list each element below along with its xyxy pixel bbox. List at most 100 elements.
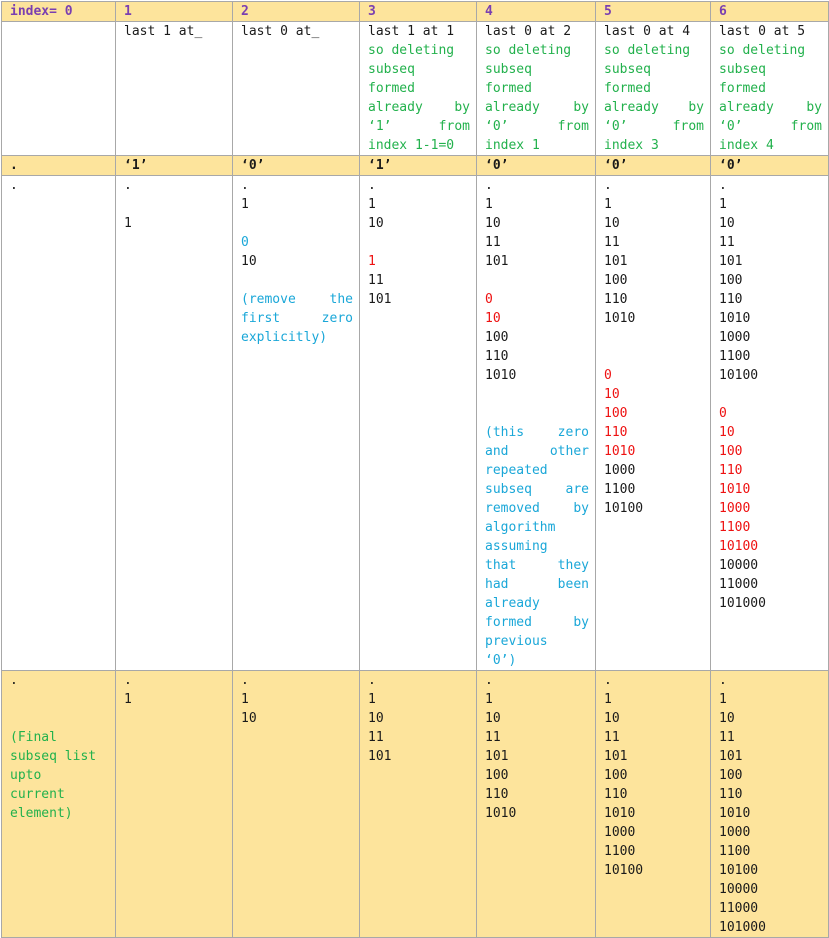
cell-line: ‘1’ from (368, 119, 470, 134)
cell-line: . (124, 673, 132, 688)
cell-line (485, 404, 589, 423)
cell-line: 10 (485, 311, 501, 326)
cell-line: 11 (719, 235, 735, 250)
cell-line: last 0 at_ (241, 24, 320, 39)
cell-line: 0 (485, 292, 493, 307)
cell-line: already by (368, 100, 470, 115)
cell-line: 10 (368, 216, 384, 231)
character-cell: ‘1’ (115, 155, 233, 176)
cell-line: 1000 (719, 330, 751, 345)
cell-line: 101000 (719, 920, 766, 935)
cell-line: 11 (604, 730, 620, 745)
cell-line: last 1 at_ (124, 24, 203, 39)
working-cell: .1 (115, 175, 233, 671)
description-cell: last 0 at 2 so deleting subseq formed alread… (476, 21, 596, 156)
description-cell: last 1 at 1 so deleting subseq formed alread… (359, 21, 477, 156)
cell-line: 10 (485, 216, 501, 231)
cell-line: 110 (719, 292, 743, 307)
final-cell: .1 (115, 670, 233, 938)
cell-line: 1 (241, 197, 249, 212)
cell-line: 11000 (719, 577, 759, 592)
cell-line (368, 233, 470, 252)
cell-line: (remove the (241, 292, 353, 307)
index-header-row: index= 0 1 2 3 4 5 6 (1, 1, 829, 22)
cell-line: ‘0’ from (719, 119, 822, 134)
cell-line: formed (604, 81, 651, 96)
cell-line: 1010 (719, 311, 751, 326)
character-cell: . (1, 155, 116, 176)
final-cell: . 1 10 11 101 (359, 670, 477, 938)
working-cell: . (1, 175, 116, 671)
character-cell: ‘0’ (476, 155, 596, 176)
cell-line: 1100 (719, 349, 751, 364)
cell-line: 100 (604, 273, 628, 288)
cell-line: . (124, 178, 132, 193)
cell-line: had been (485, 577, 589, 592)
cell-line: 1010 (604, 311, 636, 326)
cell-line: 10 (485, 711, 501, 726)
working-cell: . 1 10 1 11 101 (359, 175, 477, 671)
cell-line: . (604, 673, 612, 688)
working-cell: . 1 10 11 101 100 110 1010 0 10 100 110 1010 1000 1100… (595, 175, 711, 671)
cell-line: 10 (719, 711, 735, 726)
cell-line: 11 (368, 273, 384, 288)
cell-line: 1100 (719, 844, 751, 859)
cell-line: and other (485, 444, 589, 459)
cell-line: upto (10, 768, 42, 783)
cell-line: formed (485, 81, 532, 96)
cell-line: 1000 (604, 463, 636, 478)
header-cell: 5 (595, 1, 711, 22)
cell-line: 101 (485, 749, 509, 764)
cell-line: 110 (604, 787, 628, 802)
cell-line: 10100 (719, 539, 759, 554)
cell-line: 1 (368, 197, 376, 212)
header-cell: 3 (359, 1, 477, 22)
cell-line: subseq (604, 62, 651, 77)
cell-line: 1 (368, 692, 376, 707)
subsequence-table: index= 0 1 2 3 4 5 6 last 1 at_ last 0 a… (1, 1, 829, 938)
cell-line: 110 (604, 425, 628, 440)
cell-line: 101 (719, 749, 743, 764)
cell-line: element) (10, 806, 73, 821)
final-cell: . 1 10 11 101 100 110 1010 1000 1100 10100 10000 110… (710, 670, 829, 938)
header-cell: 4 (476, 1, 596, 22)
cell-line: 11 (604, 235, 620, 250)
cell-line: 10 (719, 425, 735, 440)
working-cell: . 1 0 10 (remove the first zero explicitly) (232, 175, 360, 671)
working-cell: . 1 10 11 101 100 110 1010 1000 1100 10100 0 10 100 11… (710, 175, 829, 671)
cell-line: (Final (10, 730, 57, 745)
cell-line: 10100 (604, 863, 644, 878)
description-row: last 1 at_ last 0 at_ last 1 at 1 so dele… (1, 21, 829, 156)
cell-line: formed (368, 81, 415, 96)
cell-line: 100 (719, 444, 743, 459)
cell-line: formed (719, 81, 766, 96)
cell-line: 110 (485, 349, 509, 364)
cell-line: 1100 (719, 520, 751, 535)
final-cell: . 1 10 (232, 670, 360, 938)
cell-line: 101 (604, 254, 628, 269)
cell-line: 10 (604, 387, 620, 402)
cell-line: 10 (719, 216, 735, 231)
cell-line: index 1-1=0 (368, 138, 455, 153)
cell-line: (this zero (485, 425, 589, 440)
final-row: . (Final subseq list upto current element) .1… (1, 670, 829, 938)
character-cell: ‘1’ (359, 155, 477, 176)
cell-line: 0 (604, 368, 612, 383)
cell-line: already by (485, 100, 589, 115)
cell-line: last 1 at 1 (368, 24, 455, 39)
cell-line: 1010 (604, 444, 636, 459)
cell-line: 101 (604, 749, 628, 764)
cell-line (124, 195, 226, 214)
header-cell: 6 (710, 1, 829, 22)
cell-line: . (485, 673, 493, 688)
character-cell: ‘0’ (232, 155, 360, 176)
cell-line (604, 347, 704, 366)
cell-line: 100 (485, 330, 509, 345)
cell-line: 1 (604, 692, 612, 707)
character-row: . ‘1’ ‘0’ ‘1’ ‘0’ ‘0’ ‘0’ (1, 155, 829, 176)
cell-line: 10 (368, 711, 384, 726)
cell-line: ‘0’ from (485, 119, 589, 134)
cell-line: already (485, 596, 540, 611)
cell-line: 1 (124, 692, 132, 707)
cell-line: 10000 (719, 882, 759, 897)
